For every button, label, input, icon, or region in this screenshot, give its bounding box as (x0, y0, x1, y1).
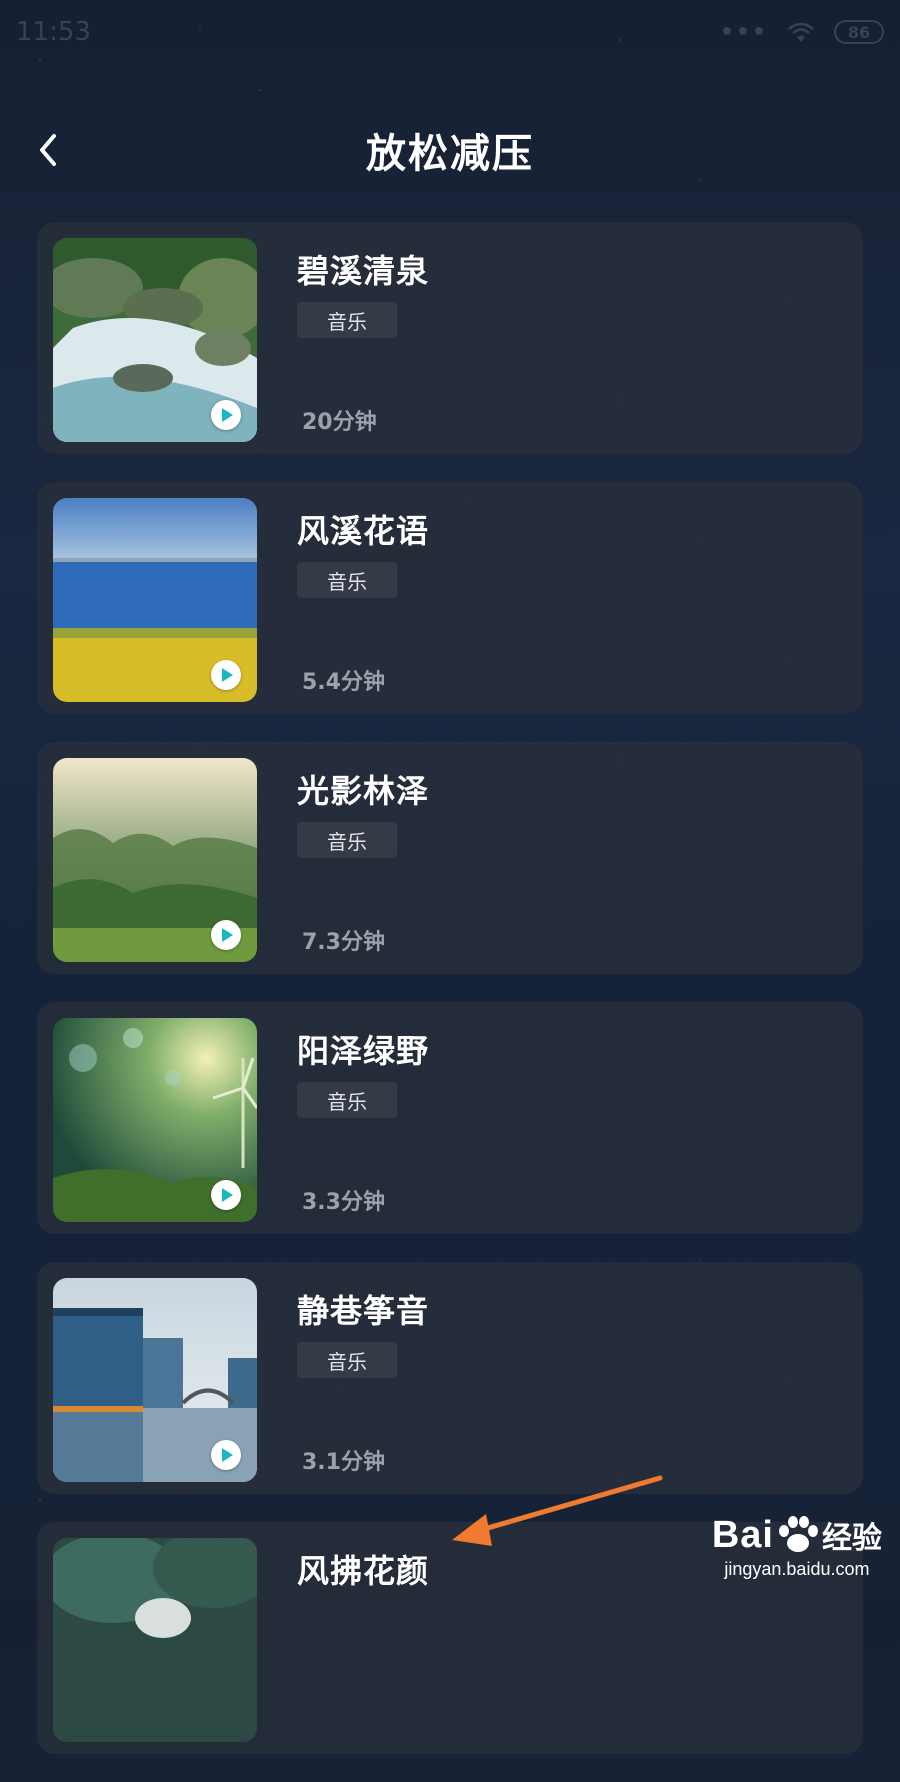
item-title: 风溪花语 (297, 512, 430, 550)
status-bar: 11:53 ••• 86 (0, 0, 900, 64)
play-icon[interactable] (211, 1180, 241, 1210)
page-title: 放松减压 (366, 131, 534, 177)
battery-icon: 86 (834, 20, 884, 44)
item-duration: 7.3分钟 (302, 930, 385, 955)
wifi-icon (788, 22, 814, 42)
baidu-jingyan-watermark: Bai 经验 jingyan.baidu.com (712, 1513, 882, 1580)
category-tag: 音乐 (297, 1082, 397, 1118)
thumbnail-sea-field (53, 498, 257, 702)
item-duration: 3.1分钟 (302, 1450, 385, 1475)
play-icon[interactable] (211, 920, 241, 950)
watermark-logo-suffix: 经验 (822, 1521, 882, 1556)
play-icon[interactable] (211, 400, 241, 430)
item-title: 光影林泽 (297, 772, 430, 810)
category-tag: 音乐 (297, 302, 397, 338)
watermark-logo-text: Bai (711, 1513, 774, 1556)
play-icon[interactable] (211, 1440, 241, 1470)
list-item[interactable]: 阳泽绿野 音乐 3.3分钟 (37, 1002, 863, 1234)
thumbnail-water-town (53, 1278, 257, 1482)
item-duration: 3.3分钟 (302, 1190, 385, 1215)
more-dots-icon: ••• (719, 19, 768, 45)
category-tag: 音乐 (297, 1342, 397, 1378)
item-duration: 5.4分钟 (302, 670, 385, 695)
item-duration: 20分钟 (302, 410, 377, 435)
item-title: 碧溪清泉 (297, 252, 430, 290)
chevron-left-icon (40, 134, 56, 166)
play-icon[interactable] (211, 660, 241, 690)
status-indicators: ••• 86 (720, 20, 884, 45)
back-button[interactable] (22, 124, 74, 176)
list-item[interactable]: 碧溪清泉 音乐 20分钟 (37, 222, 863, 454)
thumbnail-misty-forest (53, 758, 257, 962)
list-item[interactable]: 光影林泽 音乐 7.3分钟 (37, 742, 863, 974)
page-header: 放松减压 (0, 110, 900, 190)
thumbnail-green-meadow (53, 1018, 257, 1222)
paw-icon (779, 1516, 818, 1552)
watermark-domain: jingyan.baidu.com (724, 1559, 870, 1579)
thumbnail-waterfall (53, 238, 257, 442)
list-item[interactable]: 静巷筝音 音乐 3.1分钟 (37, 1262, 863, 1494)
status-time: 11:53 (16, 17, 91, 47)
item-title: 静巷筝音 (297, 1292, 430, 1330)
thumbnail-lotus (53, 1538, 257, 1742)
item-title: 风拂花颜 (297, 1552, 430, 1590)
list-item[interactable]: 风溪花语 音乐 5.4分钟 (37, 482, 863, 714)
item-title: 阳泽绿野 (297, 1032, 430, 1070)
annotation-arrow (452, 1475, 663, 1546)
category-tag: 音乐 (297, 822, 397, 858)
category-tag: 音乐 (297, 562, 397, 598)
